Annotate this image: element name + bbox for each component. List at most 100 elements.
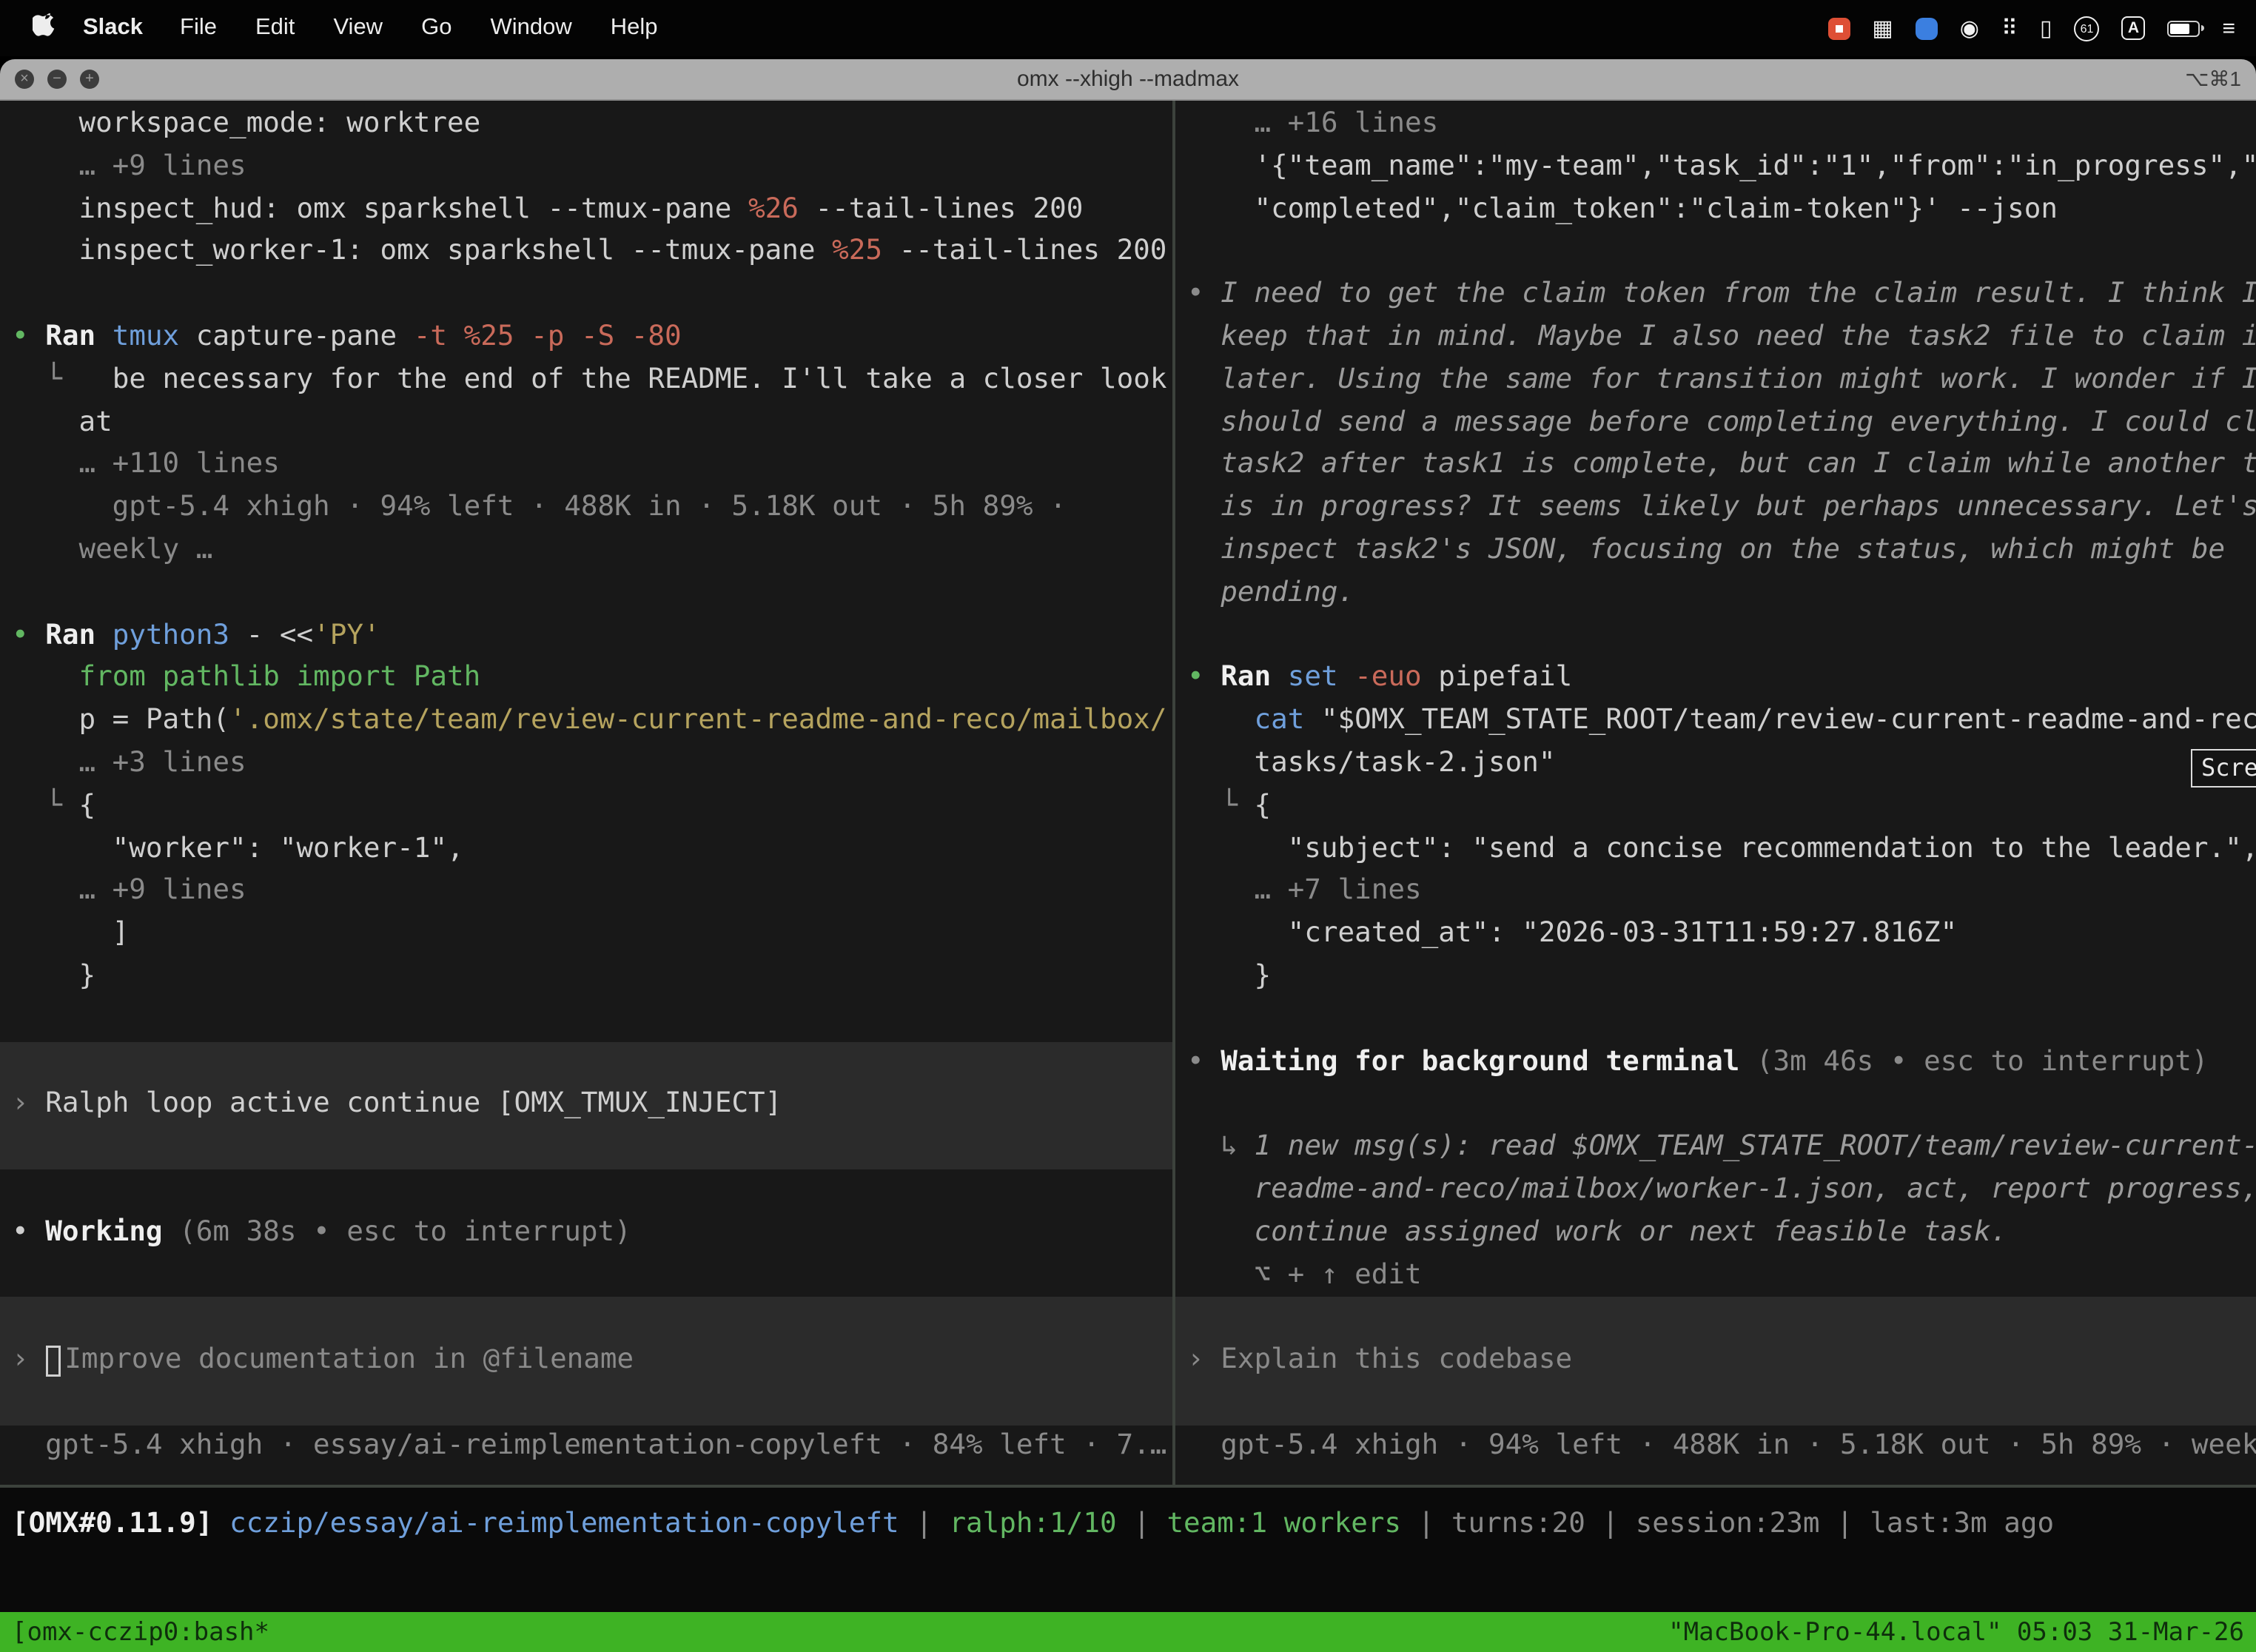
terminal-line: … +7 lines — [1175, 871, 2256, 914]
apple-logo-icon — [32, 12, 54, 44]
text-segment: tmux — [113, 321, 179, 352]
terminal-line: ↳ 1 new msg(s): read $OMX_TEAM_STATE_ROO… — [1175, 1126, 2256, 1169]
terminal-line: • Ran python3 - <<'PY' — [0, 615, 1172, 658]
terminal-line: workspace_mode: worktree — [0, 104, 1172, 147]
macos-menubar: Slack FileEditViewGoWindowHelp ▦ ◉ ⠿ ▯ 61 A ≡ — [0, 0, 2256, 56]
text-segment: Improve documentation in @filename — [64, 1344, 634, 1375]
battery-icon[interactable] — [2167, 20, 2200, 36]
terminal-line: task2 after task1 is complete, but can I… — [1175, 445, 2256, 488]
terminal-line — [1175, 998, 2256, 1041]
text-segment: Ran — [45, 620, 95, 651]
gauge-icon[interactable]: 61 — [2074, 16, 2099, 41]
tmux-session-label: [omx-cczip0:bash* — [12, 1618, 269, 1648]
terminal-window: ×−+ omx --xhigh --madmax ⌥⌘1 workspace_m… — [0, 59, 2256, 1652]
menu-view[interactable]: View — [314, 15, 402, 41]
terminal-line: "completed","claim_token":"claim-token"}… — [1175, 189, 2256, 232]
right-prompt-input[interactable]: › Explain this codebase — [1175, 1340, 2256, 1383]
terminal-line: should send a message before completing … — [1175, 402, 2256, 445]
text-segment: at — [12, 406, 113, 437]
close-button[interactable]: × — [15, 70, 34, 89]
text-segment: Ralph loop active continue [OMX_TMUX_INJ… — [45, 1089, 782, 1120]
screen-recording-indicator-icon[interactable] — [1827, 17, 1850, 39]
menu-go[interactable]: Go — [402, 15, 471, 41]
terminal-line — [0, 1126, 1172, 1169]
terminal-content: workspace_mode: worktree … +9 lines insp… — [0, 101, 2256, 1485]
text-segment: workspace_mode: worktree — [12, 108, 480, 139]
text-segment: Explain this codebase — [1221, 1344, 1572, 1375]
terminal-line — [0, 1383, 1172, 1426]
grid-icon[interactable]: ▦ — [1872, 15, 1893, 41]
text-segment — [12, 364, 45, 395]
text-segment: I need to get the claim token from the c… — [1221, 278, 2256, 309]
text-segment: ralph:1/10 — [949, 1508, 1116, 1539]
pill-icon[interactable]: ▯ — [2040, 15, 2052, 41]
terminal-line: gpt-5.4 xhigh · 94% left · 488K in · 5.1… — [1175, 1425, 2256, 1468]
terminal-line — [0, 1041, 1172, 1084]
text-segment: | — [1401, 1508, 1451, 1539]
text-segment — [1187, 790, 1221, 822]
window-shortcut-hint: ⌥⌘1 — [2185, 67, 2241, 92]
text-segment: --tail-lines 200 — [799, 193, 1083, 224]
dots-grid-icon[interactable]: ⠿ — [2001, 15, 2018, 41]
terminal-line: cat "$OMX_TEAM_STATE_ROOT/team/review-cu… — [1175, 700, 2256, 743]
text-segment: set — [1288, 662, 1338, 694]
active-app-name[interactable]: Slack — [65, 15, 161, 41]
omx-status-line: [OMX#0.11.9] cczip/essay/ai-reimplementa… — [0, 1488, 2256, 1539]
screen: Slack FileEditViewGoWindowHelp ▦◉⠿▯61A≡ … — [0, 0, 2256, 1652]
terminal-line: • Waiting for background terminal (3m 46… — [1175, 1041, 2256, 1084]
terminal-line: • Ran tmux capture-pane -t %25 -p -S -80 — [0, 317, 1172, 360]
list-lines-icon[interactable]: ≡ — [2222, 16, 2235, 41]
terminal-line: "created_at": "2026-03-31T11:59:27.816Z" — [1175, 913, 2256, 956]
text-segment: is in progress? It seems likely but perh… — [1187, 491, 2256, 523]
text-segment: turns:20 — [1451, 1508, 1585, 1539]
text-segment: '{"team_name":"my-team","task_id":"1","f… — [1187, 151, 2256, 182]
text-segment: { — [62, 790, 95, 822]
text-segment: last:3m ago — [1870, 1508, 2054, 1539]
text-segment — [1338, 662, 1355, 694]
text-segment: • — [1187, 1046, 1221, 1077]
menu-window[interactable]: Window — [471, 15, 591, 41]
omx-status-bar: [OMX#0.11.9] cczip/essay/ai-reimplementa… — [0, 1488, 2256, 1612]
menu-file[interactable]: File — [161, 15, 236, 41]
terminal-line: … +9 lines — [0, 871, 1172, 914]
terminal-line: └ be necessary for the end of the README… — [0, 360, 1172, 403]
terminal-line: weekly … — [0, 530, 1172, 573]
blue-app-icon[interactable] — [1916, 17, 1938, 39]
text-segment: 1 new msg(s): read $OMX_TEAM_STATE_ROOT/… — [1255, 1131, 2256, 1162]
text-segment: -t %25 -p -S -80 — [414, 321, 682, 352]
text-segment: readme-and-reco/mailbox/worker-1.json, a… — [1187, 1174, 2256, 1205]
text-segment: "subject": "send a concise recommendatio… — [1187, 833, 2256, 864]
zoom-button[interactable]: + — [80, 70, 99, 89]
window-title: omx --xhigh --madmax — [0, 67, 2256, 92]
left-pane: workspace_mode: worktree … +9 lines insp… — [0, 104, 1172, 1485]
text-segment: %26 — [748, 193, 799, 224]
menubar-menus: FileEditViewGoWindowHelp — [161, 15, 677, 41]
text-segment: later. Using the same for transition mig… — [1187, 364, 2256, 395]
text-segment: } — [12, 961, 95, 992]
text-segment: Ran — [1221, 662, 1271, 694]
text-segment: capture-pane — [179, 321, 414, 352]
text-segment: ] — [12, 918, 129, 949]
text-segment: | — [1819, 1508, 1870, 1539]
ring-icon[interactable]: ◉ — [1960, 15, 1979, 41]
minimize-button[interactable]: − — [47, 70, 67, 89]
terminal-line: gpt-5.4 xhigh · 94% left · 488K in · 5.1… — [0, 487, 1172, 530]
terminal-line — [1175, 615, 2256, 658]
text-segment: task2 after task1 is complete, but can I… — [1187, 449, 2256, 480]
menu-help[interactable]: Help — [591, 15, 677, 41]
input-source-icon[interactable]: A — [2121, 16, 2145, 40]
terminal-line: continue assigned work or next feasible … — [1175, 1212, 2256, 1255]
text-segment — [45, 1346, 60, 1377]
text-segment: tasks/task-2.json" — [1187, 748, 1556, 779]
terminal-line: "worker": "worker-1", — [0, 828, 1172, 871]
left-prompt-input[interactable]: › Improve documentation in @filename — [0, 1340, 1172, 1383]
apple-menu[interactable] — [21, 12, 65, 44]
text-segment: "worker": "worker-1", — [12, 833, 464, 864]
menu-edit[interactable]: Edit — [236, 15, 314, 41]
text-segment: pipefail — [1422, 662, 1573, 694]
text-segment: be necessary for the end of the README. … — [62, 364, 1167, 395]
window-controls: ×−+ — [0, 70, 99, 89]
text-segment: p = Path( — [12, 705, 229, 736]
text-segment — [1187, 1131, 1221, 1162]
text-segment: • — [12, 321, 45, 352]
